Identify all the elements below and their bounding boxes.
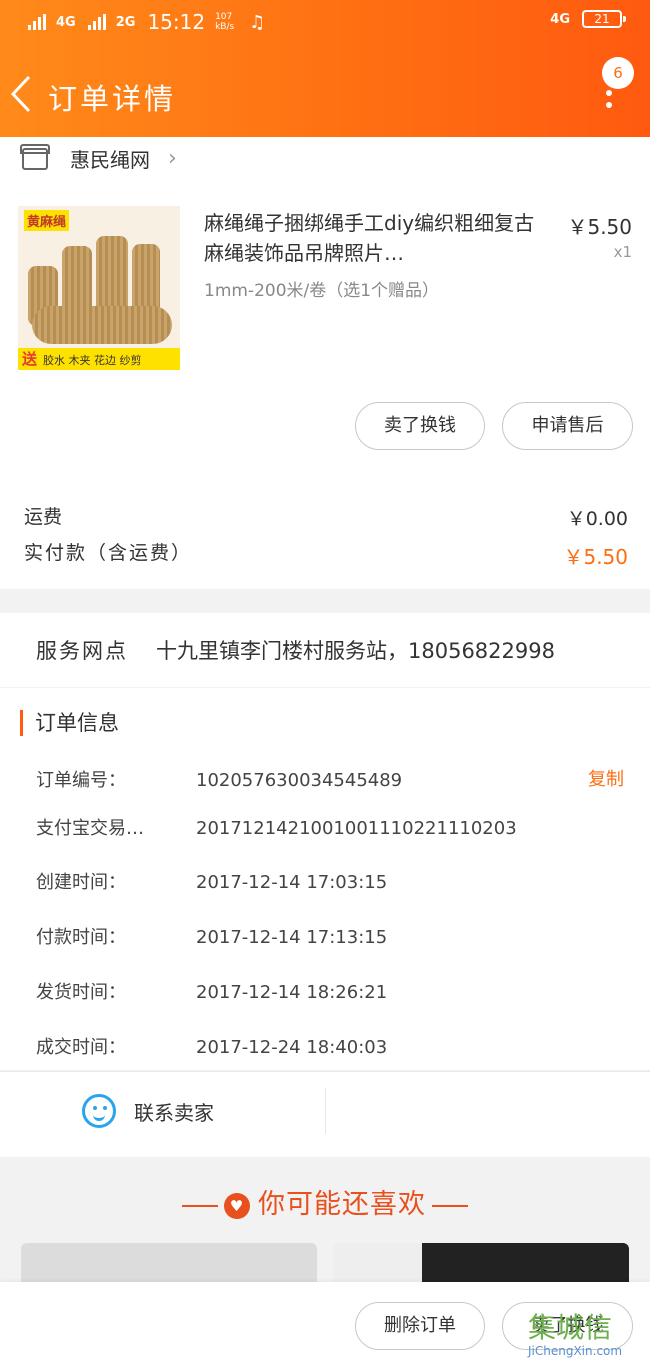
shop-name: 惠民绳网 <box>70 148 150 172</box>
service-point: 服务网点 十九里镇李门楼村服务站，18056822998 <box>36 635 555 665</box>
network-type-right: 4G <box>550 11 570 27</box>
paid-label: 实付款（含运费） <box>24 542 193 564</box>
info-key: 创建时间： <box>36 872 126 893</box>
message-badge[interactable]: 6 <box>602 57 634 89</box>
info-key: 付款时间： <box>36 927 126 948</box>
product-sku: 1mm-200米/卷（选1个赠品） <box>204 281 440 301</box>
network-speed: 107 kB/s <box>215 12 235 32</box>
order-info-row: 成交时间： 2017-12-24 18:40:03 <box>36 1033 387 1059</box>
gift-items: 胶水 木夹 花边 纱剪 <box>43 354 142 367</box>
shipping-label: 运费 <box>24 506 63 528</box>
info-value: 2017121421001001110221110203 <box>196 818 517 839</box>
order-info-row: 订单编号： 102057630034545489 <box>36 766 402 792</box>
copy-order-number-button[interactable]: 复制 <box>588 765 624 791</box>
info-value: 2017-12-14 18:26:21 <box>196 982 388 1003</box>
headset-icon: ♫ <box>249 11 266 33</box>
watermark-logo: 集城信 <box>528 1311 613 1344</box>
network-type-2: 2G <box>115 14 136 30</box>
order-info-row: 支付宝交易… 2017121421001001110221110203 <box>36 814 517 840</box>
order-info-title: 订单信息 <box>20 710 119 736</box>
info-key: 支付宝交易… <box>36 818 144 839</box>
chevron-right-icon: › <box>168 146 177 171</box>
product-title[interactable]: 麻绳绳子捆绑绳手工diy编织粗细复古麻绳装饰品吊牌照片… <box>204 208 554 268</box>
after-sale-button[interactable]: 申请售后 <box>502 402 633 450</box>
network-type-1: 4G <box>56 14 76 30</box>
info-value: 2017-12-14 17:13:15 <box>196 927 388 948</box>
contact-seller-button[interactable]: 联系卖家 <box>82 1094 214 1128</box>
order-info-row: 创建时间： 2017-12-14 17:03:15 <box>36 868 387 894</box>
recommend-title: ♥ 你可能还喜欢 <box>0 1182 650 1221</box>
divider <box>325 1088 326 1134</box>
clock: 15:12 <box>147 10 206 34</box>
delete-order-button[interactable]: 删除订单 <box>355 1302 485 1350</box>
heart-icon: ♥ <box>224 1192 250 1219</box>
rope-coil <box>32 306 172 344</box>
info-value: 2017-12-24 18:40:03 <box>196 1037 388 1058</box>
watermark-url: JiChengXin.com <box>528 1344 623 1358</box>
order-info-row: 付款时间： 2017-12-14 17:13:15 <box>36 923 387 949</box>
decor-line <box>432 1204 468 1207</box>
signal-icon <box>87 14 106 30</box>
battery-icon: 21 <box>582 10 626 28</box>
watermark: 集城信 JiChengXin.com <box>528 1312 644 1370</box>
shop-link[interactable]: 惠民绳网 › <box>20 143 177 173</box>
info-value: 102057630034545489 <box>196 770 403 791</box>
shipping-value: ￥0.00 <box>566 508 628 530</box>
info-key: 成交时间： <box>36 1037 126 1058</box>
resell-button[interactable]: 卖了换钱 <box>355 402 485 450</box>
paid-value: ￥5.50 <box>563 545 628 569</box>
product-image-tag: 黄麻绳 <box>24 210 70 231</box>
chat-smile-icon <box>82 1094 116 1128</box>
order-info-row: 发货时间： 2017-12-14 18:26:21 <box>36 978 387 1004</box>
product-price: ￥5.50 <box>567 215 632 239</box>
page-title: 订单详情 <box>48 82 177 116</box>
gift-label: 送 <box>22 350 38 368</box>
signal-icon <box>28 14 46 30</box>
app-header: 4G 2G 15:12 107 kB/s ♫ 4G 21 订单详情 6 <box>0 0 650 137</box>
info-key: 发货时间： <box>36 982 126 1003</box>
product-image-gift-strip: 送胶水 木夹 花边 纱剪 <box>18 348 180 370</box>
info-key: 订单编号： <box>36 770 126 791</box>
product-quantity: x1 <box>613 243 632 261</box>
chevron-left-icon <box>10 75 31 113</box>
contact-seller-label: 联系卖家 <box>134 1100 214 1125</box>
service-label: 服务网点 <box>36 639 128 663</box>
status-bar: 4G 2G 15:12 107 kB/s ♫ 4G 21 <box>28 10 626 40</box>
store-icon <box>20 143 50 170</box>
info-value: 2017-12-14 17:03:15 <box>196 872 388 893</box>
back-button[interactable] <box>10 75 32 119</box>
more-menu-button[interactable] <box>606 90 612 114</box>
recommend-title-text: 你可能还喜欢 <box>258 1189 426 1220</box>
product-image[interactable]: 黄麻绳 送胶水 木夹 花边 纱剪 <box>18 206 180 370</box>
decor-line <box>182 1204 218 1207</box>
service-value: 十九里镇李门楼村服务站，18056822998 <box>156 639 555 663</box>
